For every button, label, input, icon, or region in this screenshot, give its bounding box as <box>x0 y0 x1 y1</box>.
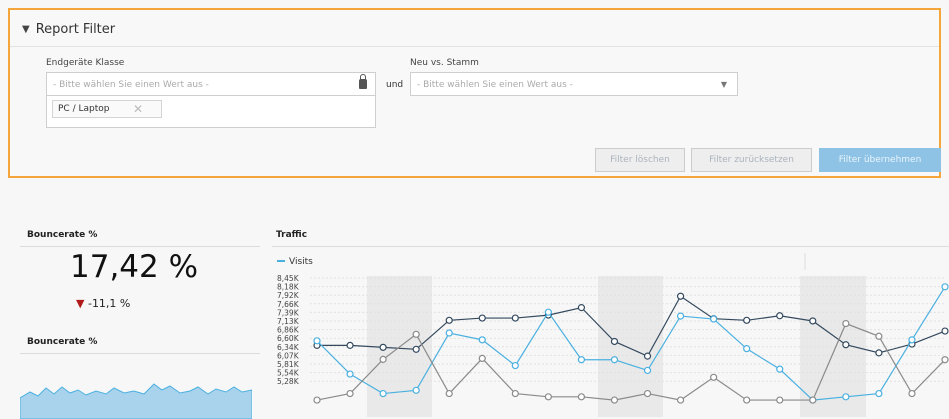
bouncerate-sparkline <box>20 383 252 419</box>
dropdown-arrow-icon: ▼ <box>720 80 727 89</box>
series-point[interactable] <box>346 341 354 349</box>
lock-icon <box>359 74 367 89</box>
series-point[interactable] <box>445 389 453 398</box>
endgeraete-select[interactable]: - Bitte wählen Sie einen Wert aus - <box>46 72 376 96</box>
chip-label: PC / Laptop <box>58 104 110 114</box>
series-point[interactable] <box>412 345 420 353</box>
neu-vs-stamm-label: Neu vs. Stamm <box>410 58 479 68</box>
series-point[interactable] <box>478 336 486 344</box>
series-point[interactable] <box>875 349 883 357</box>
series-point[interactable] <box>313 396 321 404</box>
series-point[interactable] <box>941 356 949 364</box>
series-point[interactable] <box>379 389 387 398</box>
selected-value-chip: PC / Laptop ✕ <box>52 100 162 118</box>
series-point[interactable] <box>842 319 850 328</box>
series-point[interactable] <box>676 292 685 300</box>
series-point[interactable] <box>379 343 387 351</box>
series-point[interactable] <box>445 329 453 337</box>
series-point[interactable] <box>875 389 883 398</box>
endgeraete-selected-values: PC / Laptop ✕ <box>46 96 376 128</box>
trend-down-icon: ▼ <box>76 297 85 310</box>
series-point[interactable] <box>941 283 949 291</box>
series-point[interactable] <box>577 356 586 364</box>
caret-down-icon: ▼ <box>22 24 30 35</box>
series-point[interactable] <box>941 327 949 335</box>
series-point[interactable] <box>809 317 817 325</box>
series-point[interactable] <box>577 393 586 401</box>
series-point[interactable] <box>478 314 486 322</box>
series-point[interactable] <box>313 337 321 345</box>
bouncerate-delta: ▼ -11,1 % <box>76 297 130 310</box>
series-point[interactable] <box>710 373 718 381</box>
legend-visits-label: Visits <box>289 257 313 267</box>
series-point[interactable] <box>577 304 586 312</box>
series-point[interactable] <box>776 312 784 320</box>
filter-header-divider <box>10 46 939 47</box>
series-point[interactable] <box>743 345 751 353</box>
series-point[interactable] <box>412 330 420 338</box>
filter-clear-button[interactable]: Filter löschen <box>595 148 685 172</box>
series-point[interactable] <box>511 314 519 322</box>
bouncerate-delta-value: -11,1 % <box>87 297 131 310</box>
series-point[interactable] <box>842 393 850 401</box>
sparkline-area <box>20 383 252 419</box>
report-filter-title: Report Filter <box>35 22 116 37</box>
report-filter-toggle[interactable]: ▼ Report Filter <box>22 22 115 37</box>
neu-vs-stamm-select[interactable]: - Bitte wählen Sie einen Wert aus - ▼ <box>410 72 738 96</box>
series-point[interactable] <box>710 315 718 323</box>
bouncerate-mini-divider <box>20 353 260 354</box>
filter-reset-button[interactable]: Filter zurücksetzen <box>691 148 812 172</box>
series-point[interactable] <box>478 354 486 363</box>
filter-apply-button[interactable]: Filter übernehmen <box>819 148 941 172</box>
y-tick-label: 5,28K <box>277 377 300 386</box>
series-point[interactable] <box>610 337 619 346</box>
series-point[interactable] <box>776 365 784 373</box>
traffic-chart: Visits 8,45K8,18K7,92K7,66K7,39K7,13K6,8… <box>277 253 949 417</box>
traffic-card-divider <box>272 246 949 247</box>
series-point[interactable] <box>776 396 784 404</box>
bouncerate-card-title: Bouncerate % <box>27 230 98 240</box>
report-filter-panel: ▼ Report Filter Endgeräte Klasse - Bitte… <box>8 8 941 178</box>
neu-vs-stamm-placeholder: - Bitte wählen Sie einen Wert aus - <box>417 80 573 90</box>
series-point[interactable] <box>610 396 619 404</box>
series-point[interactable] <box>544 308 552 316</box>
series-point[interactable] <box>346 389 354 398</box>
traffic-card-title: Traffic <box>276 230 308 240</box>
series-point[interactable] <box>511 361 519 370</box>
series-point[interactable] <box>875 332 883 340</box>
bouncerate-value: 17,42 % <box>70 249 199 285</box>
series-point[interactable] <box>412 386 420 394</box>
remove-chip-icon[interactable]: ✕ <box>133 102 143 116</box>
series-point[interactable] <box>743 396 751 404</box>
und-label: und <box>386 80 404 90</box>
series-point[interactable] <box>743 316 751 324</box>
series-point[interactable] <box>676 396 685 404</box>
endgeraete-placeholder: - Bitte wählen Sie einen Wert aus - <box>53 80 209 90</box>
series-point[interactable] <box>842 341 850 349</box>
series-point[interactable] <box>511 389 519 398</box>
series-point[interactable] <box>643 352 652 360</box>
bouncerate-card-divider <box>20 246 260 247</box>
bouncerate-mini-title: Bouncerate % <box>27 337 98 347</box>
series-point[interactable] <box>643 366 652 375</box>
series-point[interactable] <box>346 370 354 378</box>
series-point[interactable] <box>809 396 817 404</box>
series-point[interactable] <box>379 355 387 363</box>
series-point[interactable] <box>445 316 453 324</box>
series-point[interactable] <box>676 312 685 320</box>
series-point[interactable] <box>643 389 652 398</box>
endgeraete-label: Endgeräte Klasse <box>46 58 125 68</box>
series-point[interactable] <box>908 389 916 398</box>
series-point[interactable] <box>610 356 619 364</box>
series-point[interactable] <box>544 393 552 401</box>
series-point[interactable] <box>908 336 916 344</box>
